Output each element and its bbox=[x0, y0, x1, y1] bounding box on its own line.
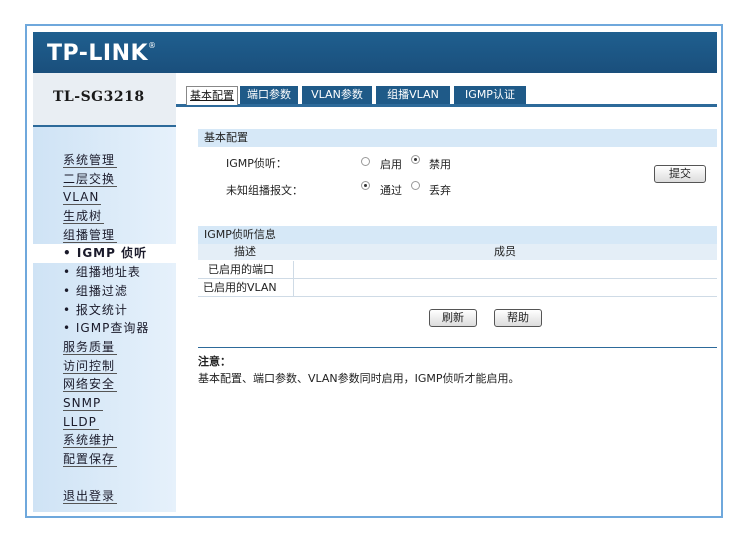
logout-link[interactable]: 退出登录 bbox=[63, 487, 173, 506]
basic-config-header: 基本配置 bbox=[198, 129, 717, 147]
tplink-logo: TP-LINK® bbox=[47, 41, 157, 66]
sidebar-item-security[interactable]: 网络安全 bbox=[63, 375, 173, 394]
igmp-snooping-label: IGMP侦听： bbox=[226, 157, 287, 170]
sidebar-menu: 系统管理 二层交换 VLAN 生成树 组播管理 • IGMP 侦听 • 组播地址… bbox=[33, 151, 176, 506]
unknown-pass-label: 通过 bbox=[380, 184, 402, 197]
unknown-pass-radio[interactable] bbox=[361, 181, 370, 190]
unknown-drop-radio[interactable] bbox=[411, 181, 420, 190]
sidebar-item-snmp[interactable]: SNMP bbox=[63, 394, 173, 413]
tab-port-params[interactable]: 端口参数 bbox=[240, 86, 298, 104]
row-desc: 已启用的端口 bbox=[208, 263, 274, 276]
sidebar-item-l2-switching[interactable]: 二层交换 bbox=[63, 170, 173, 189]
info-table-header: 描述 成员 bbox=[198, 244, 717, 260]
snooping-enable-radio[interactable] bbox=[361, 157, 370, 166]
device-model: TL-SG3218 bbox=[53, 89, 145, 105]
divider-line bbox=[198, 347, 717, 348]
note-text: 基本配置、端口参数、VLAN参数同时启用，IGMP侦听才能启用。 bbox=[198, 372, 520, 385]
sidebar-item-multicast-table[interactable]: • 组播地址表 bbox=[63, 263, 173, 282]
top-header: TP-LINK® bbox=[33, 32, 717, 73]
tab-igmp-auth[interactable]: IGMP认证 bbox=[454, 86, 526, 104]
sidebar-item-lldp[interactable]: LLDP bbox=[63, 413, 173, 432]
snooping-disable-radio[interactable] bbox=[411, 155, 420, 164]
sidebar-item-system[interactable]: 系统管理 bbox=[63, 151, 173, 170]
refresh-button[interactable]: 刷新 bbox=[429, 309, 477, 327]
table-row: 已启用的VLAN bbox=[198, 279, 717, 297]
row-divider bbox=[293, 279, 294, 296]
igmp-info-header: IGMP侦听信息 bbox=[198, 226, 717, 244]
snooping-enable-label: 启用 bbox=[380, 158, 402, 171]
col-member-header: 成员 bbox=[494, 245, 516, 258]
row-desc: 已启用的VLAN bbox=[203, 281, 277, 294]
row-divider bbox=[293, 261, 294, 278]
model-box: TL-SG3218 bbox=[33, 73, 176, 127]
sidebar-item-qos[interactable]: 服务质量 bbox=[63, 338, 173, 357]
sidebar-item-access-control[interactable]: 访问控制 bbox=[63, 357, 173, 376]
tab-multicast-vlan[interactable]: 组播VLAN bbox=[376, 86, 450, 104]
sidebar-item-spanning-tree[interactable]: 生成树 bbox=[63, 207, 173, 226]
tab-bar: 基本配置 端口参数 VLAN参数 组播VLAN IGMP认证 bbox=[176, 86, 717, 107]
sidebar-item-maintenance[interactable]: 系统维护 bbox=[63, 431, 173, 450]
sidebar: TL-SG3218 系统管理 二层交换 VLAN 生成树 组播管理 • IGMP… bbox=[33, 73, 176, 512]
note-title: 注意： bbox=[198, 355, 231, 368]
tab-basic-config[interactable]: 基本配置 bbox=[186, 86, 238, 105]
sidebar-item-igmp-querier[interactable]: • IGMP查询器 bbox=[63, 319, 173, 338]
sidebar-item-packet-stats[interactable]: • 报文统计 bbox=[63, 301, 173, 320]
submit-button[interactable]: 提交 bbox=[654, 165, 706, 183]
sidebar-item-vlan[interactable]: VLAN bbox=[63, 188, 173, 207]
unknown-multicast-label: 未知组播报文： bbox=[226, 184, 303, 197]
sidebar-item-multicast[interactable]: 组播管理 bbox=[63, 226, 173, 245]
col-desc-header: 描述 bbox=[234, 245, 256, 258]
snooping-disable-label: 禁用 bbox=[429, 158, 451, 171]
unknown-drop-label: 丢弃 bbox=[429, 184, 451, 197]
tab-vlan-params[interactable]: VLAN参数 bbox=[302, 86, 372, 104]
sidebar-item-multicast-filter[interactable]: • 组播过滤 bbox=[63, 282, 173, 301]
sidebar-item-save-config[interactable]: 配置保存 bbox=[63, 450, 173, 469]
sidebar-item-igmp-snooping[interactable]: • IGMP 侦听 bbox=[33, 244, 176, 264]
help-button[interactable]: 帮助 bbox=[494, 309, 542, 327]
app-window: TP-LINK® TL-SG3218 系统管理 二层交换 VLAN 生成树 组播… bbox=[33, 32, 717, 512]
table-row: 已启用的端口 bbox=[198, 261, 717, 279]
main-content: 基本配置 端口参数 VLAN参数 组播VLAN IGMP认证 基本配置 IGMP… bbox=[176, 73, 717, 512]
